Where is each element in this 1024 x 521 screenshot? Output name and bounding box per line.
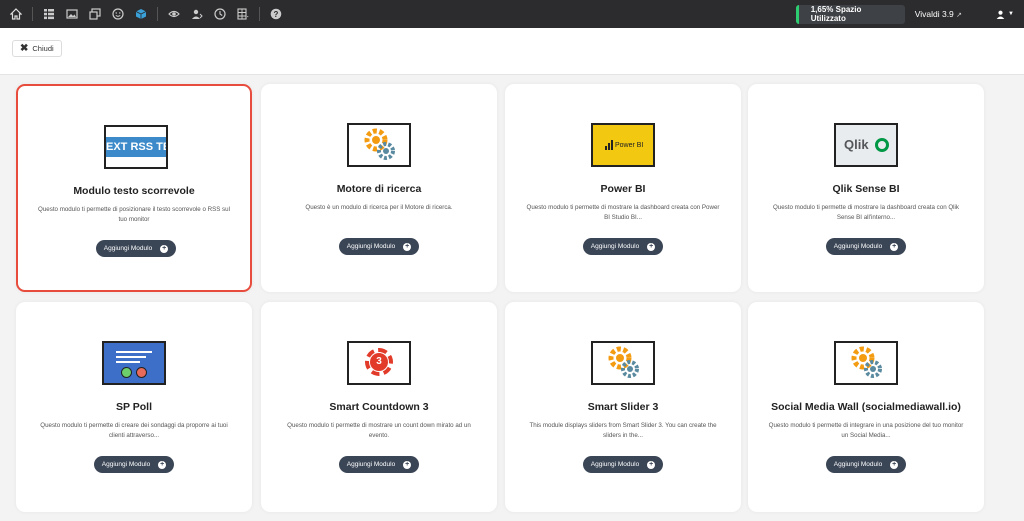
gears-icon bbox=[851, 346, 882, 378]
module-title: Smart Slider 3 bbox=[587, 401, 659, 413]
close-button[interactable]: ✖ Chiudi bbox=[12, 40, 62, 57]
module-title: SP Poll bbox=[116, 401, 152, 413]
module-card-power-bi[interactable]: Power BI Power BI Questo modulo ti perme… bbox=[505, 84, 741, 292]
add-module-button[interactable]: Aggiungi Modulo + bbox=[826, 456, 906, 473]
module-card-smart-slider[interactable]: Smart Slider 3 This module displays slid… bbox=[505, 302, 741, 512]
add-module-button[interactable]: Aggiungi Modulo + bbox=[96, 240, 176, 257]
module-card-qlik-sense[interactable]: Qlik Qlik Sense BI Questo modulo ti perm… bbox=[748, 84, 984, 292]
rss-text-thumbnail: EXT RSS TEXT bbox=[104, 125, 168, 169]
toolbar-divider bbox=[157, 7, 158, 21]
module-card-search-engine[interactable]: Motore di ricerca Questo è un modulo di … bbox=[261, 84, 497, 292]
cube-icon[interactable] bbox=[134, 7, 148, 21]
add-module-button[interactable]: Aggiungi Modulo + bbox=[583, 238, 663, 255]
module-title: Smart Countdown 3 bbox=[329, 401, 429, 413]
module-description: Questo modulo ti permette di mostrare la… bbox=[772, 204, 960, 221]
module-card-smart-countdown[interactable]: 3 Smart Countdown 3 Questo modulo ti per… bbox=[261, 302, 497, 512]
module-title: Modulo testo scorrevole bbox=[73, 185, 195, 197]
qlik-thumbnail: Qlik bbox=[834, 123, 898, 167]
module-title: Qlik Sense BI bbox=[832, 183, 900, 195]
module-description: Questo è un modulo di ricerca per il Mot… bbox=[305, 204, 453, 211]
svg-text:?: ? bbox=[274, 10, 279, 19]
add-module-label: Aggiungi Modulo bbox=[346, 461, 396, 468]
module-card-social-media-wall[interactable]: Social Media Wall (socialmediawall.io) Q… bbox=[748, 302, 984, 512]
help-icon[interactable]: ? bbox=[269, 7, 283, 21]
add-module-button[interactable]: Aggiungi Modulo + bbox=[583, 456, 663, 473]
version-link[interactable]: Vivaldi 3.9 ↗ bbox=[915, 9, 962, 19]
qlik-thumbnail-text: Qlik bbox=[844, 137, 869, 152]
happy-face-icon bbox=[121, 367, 132, 378]
module-card-sp-poll[interactable]: SP Poll Questo modulo ti permette di cre… bbox=[16, 302, 252, 512]
copy-icon[interactable] bbox=[88, 7, 102, 21]
add-module-label: Aggiungi Modulo bbox=[590, 243, 640, 250]
plus-circle-icon: + bbox=[403, 242, 412, 251]
poll-thumbnail bbox=[102, 341, 166, 385]
add-module-label: Aggiungi Modulo bbox=[101, 461, 151, 468]
module-title: Motore di ricerca bbox=[336, 183, 422, 195]
gear-thumbnail bbox=[834, 341, 898, 385]
plus-circle-icon: + bbox=[160, 244, 169, 253]
power-bi-thumbnail-text: Power BI bbox=[615, 142, 644, 149]
close-icon: ✖ bbox=[20, 43, 29, 54]
user-menu[interactable]: ▼ bbox=[996, 10, 1014, 19]
eye-icon[interactable] bbox=[167, 7, 181, 21]
user-icon bbox=[996, 10, 1005, 19]
external-link-icon: ↗ bbox=[956, 12, 963, 19]
add-module-button[interactable]: Aggiungi Modulo + bbox=[339, 456, 419, 473]
gear-thumbnail bbox=[347, 123, 411, 167]
smile-icon[interactable] bbox=[111, 7, 125, 21]
chevron-down-icon: ▼ bbox=[1008, 11, 1014, 17]
plus-circle-icon: + bbox=[890, 460, 899, 469]
plus-circle-icon: + bbox=[647, 460, 656, 469]
add-module-button[interactable]: Aggiungi Modulo + bbox=[339, 238, 419, 255]
toolbar-divider bbox=[32, 7, 33, 21]
module-title: Social Media Wall (socialmediawall.io) bbox=[771, 401, 961, 413]
module-description: Questo modulo ti permette di posizionare… bbox=[38, 206, 230, 223]
gears-icon bbox=[608, 346, 639, 378]
plus-circle-icon: + bbox=[403, 460, 412, 469]
version-label: Vivaldi 3.9 bbox=[914, 9, 954, 19]
home-icon[interactable] bbox=[9, 7, 23, 21]
storage-usage-label: 1,65% Spazio Utilizzato bbox=[810, 5, 862, 23]
sad-face-icon bbox=[136, 367, 147, 378]
add-module-button[interactable]: Aggiungi Modulo + bbox=[826, 238, 906, 255]
countdown-number: 3 bbox=[370, 353, 388, 371]
power-bi-logo-icon bbox=[605, 140, 613, 150]
storage-usage-indicator: 1,65% Spazio Utilizzato bbox=[795, 4, 905, 24]
qlik-logo-icon bbox=[875, 138, 889, 152]
image-icon[interactable] bbox=[65, 7, 79, 21]
module-description: Questo modulo ti permette di creare dei … bbox=[40, 422, 228, 439]
module-title: Power BI bbox=[600, 183, 646, 195]
module-description: This module displays sliders from Smart … bbox=[529, 422, 717, 439]
clock-icon[interactable] bbox=[213, 7, 227, 21]
module-card-scrolling-text[interactable]: EXT RSS TEXT Modulo testo scorrevole Que… bbox=[16, 84, 252, 292]
plus-circle-icon: + bbox=[647, 242, 656, 251]
module-description: Questo modulo ti permette di mostrare un… bbox=[287, 422, 471, 439]
add-module-label: Aggiungi Modulo bbox=[833, 461, 883, 468]
module-description: Questo modulo ti permette di mostrare la… bbox=[526, 204, 720, 221]
plus-circle-icon: + bbox=[890, 242, 899, 251]
plus-circle-icon: + bbox=[158, 460, 167, 469]
add-module-button[interactable]: Aggiungi Modulo + bbox=[94, 456, 174, 473]
power-bi-thumbnail: Power BI bbox=[591, 123, 655, 167]
toolbar-divider bbox=[259, 7, 260, 21]
gears-icon bbox=[364, 128, 395, 160]
gear-thumbnail bbox=[591, 341, 655, 385]
users-icon[interactable] bbox=[190, 7, 204, 21]
module-description: Questo modulo ti permette di integrare i… bbox=[768, 422, 964, 439]
list-icon[interactable] bbox=[42, 7, 56, 21]
action-bar: ✖ Chiudi bbox=[0, 28, 1024, 75]
add-module-label: Aggiungi Modulo bbox=[103, 245, 153, 252]
close-button-label: Chiudi bbox=[32, 44, 54, 53]
add-module-label: Aggiungi Modulo bbox=[590, 461, 640, 468]
top-navigation-bar: ? 1,65% Spazio Utilizzato Vivaldi 3.9 ↗ … bbox=[0, 0, 1024, 28]
grid-icon[interactable] bbox=[236, 7, 250, 21]
rss-thumbnail-text: EXT RSS TEXT bbox=[106, 137, 166, 157]
add-module-label: Aggiungi Modulo bbox=[833, 243, 883, 250]
add-module-label: Aggiungi Modulo bbox=[346, 243, 396, 250]
countdown-thumbnail: 3 bbox=[347, 341, 411, 385]
topbar-right-group: 1,65% Spazio Utilizzato Vivaldi 3.9 ↗ ▼ bbox=[795, 0, 1024, 28]
